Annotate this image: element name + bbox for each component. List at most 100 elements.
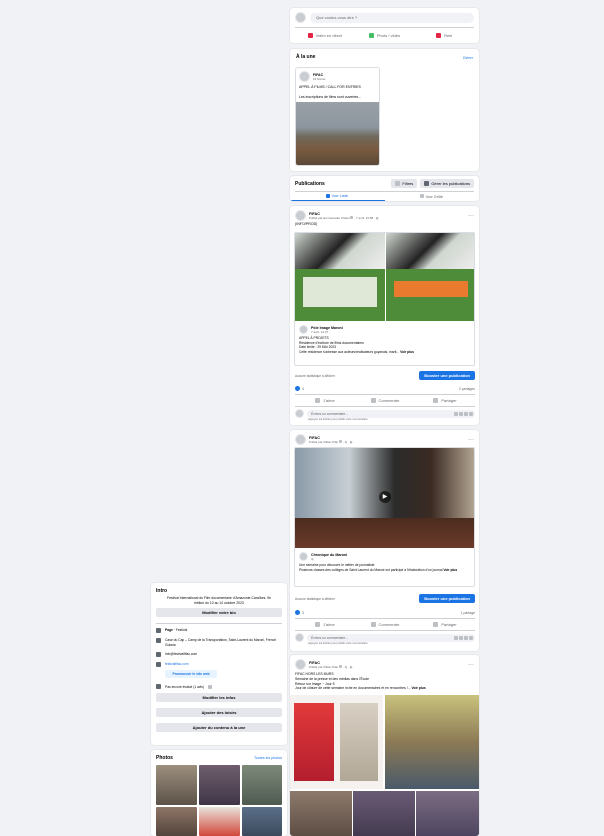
avatar-icon xyxy=(339,440,343,444)
comment-button[interactable]: Commenter xyxy=(355,621,415,627)
shared-page-name[interactable]: Chronique du Maroni xyxy=(311,553,347,557)
comment-hint: Appuyez sur Entrée pour publier votre co… xyxy=(308,642,369,645)
photos-card: Photos Toutes les photos xyxy=(151,750,287,836)
page-email[interactable]: info@festivalfifac.com xyxy=(165,652,197,657)
featured-story[interactable]: FIFAC 16 février APPEL À FILMS / CALL FO… xyxy=(295,67,380,166)
reaction-count[interactable]: 3 xyxy=(302,611,304,615)
shared-post[interactable]: Pôle Image Maroni 7 avril, 14:37 APPEL À… xyxy=(294,232,475,366)
info-icon xyxy=(156,628,161,634)
see-more-link[interactable]: Voir plus xyxy=(400,350,414,354)
like-icon xyxy=(295,610,300,615)
photo-thumb[interactable] xyxy=(156,765,197,805)
shared-date: 4j xyxy=(311,556,314,561)
post-2: FIFAC Publié par Killian Pilar · 4j · ◍ … xyxy=(290,430,479,651)
like-button[interactable]: J'aime xyxy=(295,621,355,627)
gif-icon[interactable] xyxy=(464,635,468,640)
post-photo-4[interactable] xyxy=(353,791,415,836)
comment-hint: Appuyez sur Entrée pour publier votre co… xyxy=(308,418,369,421)
see-more-link[interactable]: Voir plus xyxy=(412,686,426,690)
post-photo-1[interactable] xyxy=(290,695,383,789)
page-avatar[interactable] xyxy=(295,12,306,23)
comment-input[interactable]: Écrivez un commentaire... xyxy=(307,633,475,642)
reel-button[interactable]: Reel xyxy=(414,32,474,38)
emoji-icon[interactable] xyxy=(454,635,458,640)
comment-button[interactable]: Commenter xyxy=(355,397,415,403)
play-icon[interactable]: ▶ xyxy=(379,491,391,503)
composer-input[interactable]: Que voulez-vous dire ? xyxy=(310,12,474,23)
more-options-icon[interactable]: ··· xyxy=(468,662,474,668)
featured-card: À la une Gérer FIFAC 16 février APPEL À … xyxy=(290,49,479,171)
reaction-count[interactable]: 4 xyxy=(302,387,304,391)
featured-image xyxy=(296,102,379,165)
photo-video-button[interactable]: Photo / vidéo xyxy=(355,32,415,38)
camera-icon[interactable] xyxy=(459,411,463,416)
filters-button[interactable]: Filtres xyxy=(391,179,418,188)
manage-posts-button[interactable]: Gérer les publications xyxy=(420,179,474,188)
share-button[interactable]: Partager xyxy=(415,621,475,627)
post-stats: Aucune statistique à afficher xyxy=(295,373,335,378)
globe-icon: ◍ xyxy=(349,439,353,444)
promote-website-button[interactable]: Promouvoir le site web xyxy=(165,670,217,679)
more-options-icon[interactable]: ··· xyxy=(468,213,474,219)
post-author-avatar[interactable] xyxy=(295,659,306,670)
globe-icon: ◍ xyxy=(349,664,353,669)
emoji-icon[interactable] xyxy=(454,411,458,416)
post-date[interactable]: 7 avril, 15:58 xyxy=(356,216,373,220)
video-thumbnail[interactable]: ▶ xyxy=(295,448,474,548)
post-photo-5[interactable] xyxy=(416,791,479,836)
live-video-button[interactable]: Vidéo en direct xyxy=(295,32,355,38)
publications-header: Publications Filtres Gérer les publicati… xyxy=(290,176,479,201)
post-photo-3[interactable] xyxy=(290,791,352,836)
post-author-avatar[interactable] xyxy=(295,210,306,221)
sticker-icon[interactable] xyxy=(469,411,473,416)
boost-post-button[interactable]: Booster une publication xyxy=(419,371,475,380)
page-label: Page xyxy=(165,628,173,633)
see-more-link[interactable]: Voir plus xyxy=(443,568,457,572)
photo-thumb[interactable] xyxy=(242,765,282,805)
tab-grid-view[interactable]: Vue Grille xyxy=(385,193,480,201)
comment-input[interactable]: Écrivez un commentaire... xyxy=(307,409,475,418)
commenter-avatar xyxy=(295,409,304,418)
post-photo-2[interactable] xyxy=(385,695,479,789)
intro-bio: Festival International du Film documenta… xyxy=(167,596,271,605)
avatar-icon xyxy=(339,665,343,669)
comment-icon xyxy=(370,397,376,403)
post-author-avatar[interactable] xyxy=(295,434,306,445)
share-count[interactable]: 2 partages xyxy=(459,387,475,391)
like-icon xyxy=(295,386,300,391)
add-hobbies-button[interactable]: Ajouter des loisirs xyxy=(156,708,282,718)
camera-icon[interactable] xyxy=(459,635,463,640)
photo-thumb[interactable] xyxy=(199,807,240,836)
like-button[interactable]: J'aime xyxy=(295,397,355,403)
see-all-photos-link[interactable]: Toutes les photos xyxy=(254,756,282,760)
info-circle-icon[interactable] xyxy=(208,684,213,689)
add-featured-button[interactable]: Ajouter du contenu à la une xyxy=(156,723,282,733)
share-icon xyxy=(433,621,439,627)
avatar-icon xyxy=(350,216,354,220)
page-website[interactable]: festivalfifac.com xyxy=(165,662,188,667)
photo-thumb[interactable] xyxy=(242,807,282,836)
composer-placeholder: Que voulez-vous dire ? xyxy=(316,14,358,20)
more-options-icon[interactable]: ··· xyxy=(468,437,474,443)
comment-icon xyxy=(370,621,376,627)
post-date[interactable]: 4j xyxy=(345,440,347,444)
shared-line-4: Cette résidence s'adresse aux auteurs/ré… xyxy=(299,349,400,354)
shared-post[interactable]: ▶ Chronique du Maroni 4j Une semaine pou… xyxy=(294,447,475,587)
page-rating: Pas encore évalué (1 avis) xyxy=(165,684,205,689)
shared-page-name[interactable]: Pôle Image Maroni xyxy=(311,326,343,330)
post-line-4: Jour de clôture de cette semaine riche e… xyxy=(295,686,411,691)
share-button[interactable]: Partager xyxy=(415,397,475,403)
share-count[interactable]: 1 partage xyxy=(461,611,475,615)
boost-post-button[interactable]: Booster une publication xyxy=(419,594,475,603)
sticker-icon[interactable] xyxy=(469,635,473,640)
commenter-avatar xyxy=(295,633,304,642)
tab-list-view[interactable]: Vue Liste xyxy=(290,192,385,201)
photo-thumb[interactable] xyxy=(156,807,197,836)
share-icon xyxy=(433,397,439,403)
edit-bio-button[interactable]: Modifier votre bio xyxy=(156,608,282,618)
post-date[interactable]: 4j xyxy=(345,665,347,669)
photo-thumb[interactable] xyxy=(199,765,240,805)
edit-info-button[interactable]: Modifier les infos xyxy=(156,693,282,703)
featured-manage-link[interactable]: Gérer xyxy=(463,55,473,60)
gif-icon[interactable] xyxy=(464,411,468,416)
